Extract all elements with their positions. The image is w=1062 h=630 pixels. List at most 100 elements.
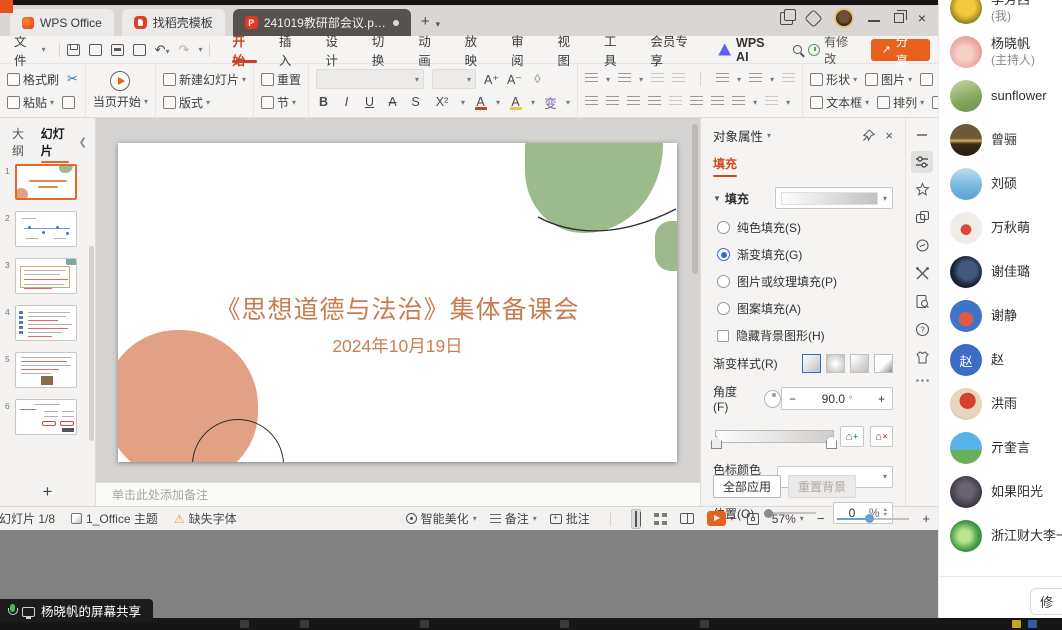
theme-indicator[interactable]: 1_Office 主题 xyxy=(71,510,158,527)
superscript-button[interactable]: X² xyxy=(431,95,453,109)
angle-stepper[interactable]: − 90.0 ° + xyxy=(781,387,893,410)
gradient-stop-right[interactable] xyxy=(826,436,837,449)
animation-icon[interactable] xyxy=(915,210,930,225)
zoom-slider-handle[interactable] xyxy=(865,514,874,523)
save-icon[interactable] xyxy=(67,44,80,56)
seal-icon[interactable] xyxy=(915,238,930,253)
angle-plus[interactable]: + xyxy=(878,392,885,406)
wps-ai-button[interactable]: WPS AI xyxy=(710,36,787,64)
paste-button[interactable]: 粘贴▾ xyxy=(7,94,54,111)
add-stop-button[interactable]: ⌂+ xyxy=(840,426,863,447)
participant-row[interactable]: 刘硕 xyxy=(939,162,1062,206)
align-left-icon[interactable] xyxy=(585,96,598,108)
file-menu[interactable]: 文件 ▾ xyxy=(8,31,52,69)
textbox-button[interactable]: 文本框▾ xyxy=(810,94,869,111)
gradient-style-4[interactable] xyxy=(874,354,893,373)
slide-thumbnail-4[interactable] xyxy=(15,305,77,341)
clear-format-icon[interactable]: ◊ xyxy=(530,72,545,86)
more-icon[interactable] xyxy=(915,378,930,383)
minimize-button[interactable] xyxy=(868,20,880,22)
search-icon[interactable] xyxy=(793,45,802,54)
smartart-convert-icon[interactable] xyxy=(782,73,795,85)
reset-background-button[interactable]: 重置背景 xyxy=(788,475,856,498)
document-search-icon[interactable] xyxy=(915,294,930,309)
gradient-style-3[interactable] xyxy=(850,354,869,373)
line-spacing-up-icon[interactable] xyxy=(690,96,703,108)
menu-design[interactable]: 设计 xyxy=(314,36,360,64)
section-button[interactable]: 节▾ xyxy=(261,94,296,111)
fill-color-icon[interactable] xyxy=(920,73,933,86)
shadow-button[interactable]: S xyxy=(408,95,423,109)
participant-row[interactable]: 李芳西(我) xyxy=(939,0,1062,30)
slide-thumbnail-1[interactable] xyxy=(15,164,77,200)
reset-button[interactable]: 重置 xyxy=(261,71,301,88)
cut-icon[interactable]: ✂ xyxy=(67,71,78,87)
collapse-panel-icon[interactable]: ❮ xyxy=(79,137,95,148)
gradient-stop-left[interactable] xyxy=(711,436,722,449)
arrange-button[interactable]: 排列▾ xyxy=(877,94,924,111)
participant-row[interactable]: 杨晓帆(主持人) xyxy=(939,30,1062,74)
view-sorter-button[interactable] xyxy=(654,513,667,525)
decrease-indent-icon[interactable] xyxy=(651,73,664,85)
font-name-combo[interactable]: ▾ xyxy=(316,69,424,89)
tab-outline[interactable]: 大纲 xyxy=(12,125,31,159)
slide-thumbnail-3[interactable] xyxy=(15,258,77,294)
option-pattern-fill[interactable]: 图案填充(A) xyxy=(717,300,893,317)
layout-button[interactable]: 版式▾ xyxy=(163,94,210,111)
option-picture-fill[interactable]: 图片或纹理填充(P) xyxy=(717,273,893,290)
fit-window-button[interactable] xyxy=(747,513,759,525)
zoom-in-button[interactable]: + xyxy=(922,511,930,526)
menu-tools[interactable]: 工具 xyxy=(593,36,639,64)
menu-slideshow[interactable]: 放映 xyxy=(454,36,500,64)
smart-beautify-button[interactable]: 智能美化▾ xyxy=(406,510,477,527)
participant-row[interactable]: 浙江财大李一 xyxy=(939,514,1062,558)
screen-share-banner[interactable]: 杨晓帆的屏幕共享 xyxy=(0,599,153,622)
angle-knob[interactable] xyxy=(764,390,781,408)
cube-icon[interactable] xyxy=(804,9,822,27)
distribute-icon[interactable] xyxy=(669,96,682,108)
pin-icon[interactable] xyxy=(862,129,875,142)
qat-more-chevron-icon[interactable]: ▾ xyxy=(198,45,202,54)
tab-docer-templates[interactable]: 找稻壳模板 xyxy=(122,9,225,36)
increase-indent-icon[interactable] xyxy=(672,73,685,85)
taskbar[interactable] xyxy=(0,618,1062,630)
text-direction-icon[interactable] xyxy=(716,73,729,85)
italic-button[interactable]: I xyxy=(339,95,354,109)
slide-canvas[interactable]: 《思想道德与法治》集体备课会 2024年10月19日 单击此处添加备注 xyxy=(96,118,700,506)
tab-list-chevron-icon[interactable]: ▾ xyxy=(436,19,441,30)
participant-row[interactable]: 如果阳光 xyxy=(939,470,1062,514)
participant-row[interactable]: sunflower xyxy=(939,74,1062,118)
gradient-stops-bar[interactable] xyxy=(715,430,834,443)
picture-button[interactable]: 图片▾ xyxy=(865,71,912,88)
menu-review[interactable]: 审阅 xyxy=(500,36,546,64)
panel-scrollbar[interactable] xyxy=(89,246,94,441)
properties-icon[interactable] xyxy=(911,151,933,173)
justify-icon[interactable] xyxy=(648,96,661,108)
gradient-style-2[interactable] xyxy=(826,354,845,373)
tab-wps-office[interactable]: WPS Office xyxy=(10,9,114,36)
sidebar-action-button[interactable]: 修 xyxy=(1030,588,1062,615)
participant-row[interactable]: 万秋萌 xyxy=(939,206,1062,250)
position-spinner[interactable]: 0 % ▲▼ xyxy=(833,502,893,524)
view-normal-button[interactable] xyxy=(631,509,641,529)
play-from-current-icon[interactable] xyxy=(110,71,130,91)
bullet-list-icon[interactable] xyxy=(585,73,598,85)
undo-icon[interactable]: ↶▾ xyxy=(155,42,170,58)
collapse-panel-icon[interactable] xyxy=(915,128,929,142)
underline-button[interactable]: U xyxy=(362,95,377,109)
participant-row[interactable]: 洪雨 xyxy=(939,382,1062,426)
copy-icon[interactable] xyxy=(62,96,75,109)
option-gradient-fill[interactable]: 渐变填充(G) xyxy=(717,246,893,263)
tab-slides[interactable]: 幻灯片 xyxy=(41,125,69,159)
paragraph-settings-icon[interactable] xyxy=(765,96,778,108)
participant-row[interactable]: 赵 赵 xyxy=(939,338,1062,382)
help-icon[interactable]: ? xyxy=(915,322,930,337)
line-spacing-icon[interactable] xyxy=(732,96,745,108)
section-expand-icon[interactable]: ▼ xyxy=(713,194,721,203)
remove-stop-button[interactable]: ⌂× xyxy=(870,426,893,447)
close-panel-icon[interactable]: × xyxy=(885,128,893,143)
font-color-button[interactable]: A xyxy=(473,95,488,110)
notes-button[interactable]: 备注▾ xyxy=(490,510,537,527)
decrease-font-icon[interactable]: A⁻ xyxy=(507,72,522,87)
modified-status[interactable]: 有修改 xyxy=(808,33,859,67)
